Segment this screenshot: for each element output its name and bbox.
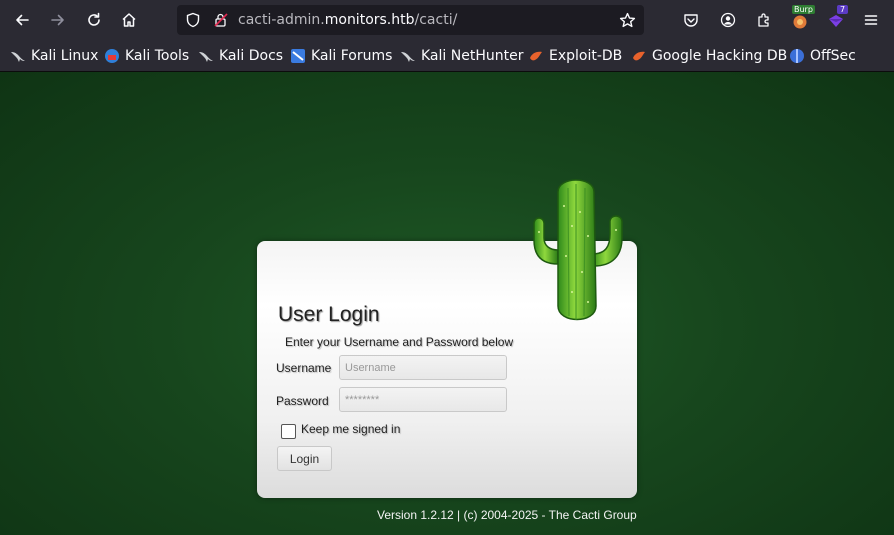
bookmark-label: Kali NetHunter xyxy=(421,48,524,64)
kali-forums-icon xyxy=(291,49,305,63)
exploit-db-icon xyxy=(530,51,542,61)
password-input[interactable] xyxy=(339,387,507,412)
version-footer: Version 1.2.12 | (c) 2004-2025 - The Cac… xyxy=(377,508,637,522)
bookmarks-bar: Kali Linux Kali Tools Kali Docs Kali For… xyxy=(0,40,894,72)
login-title: User Login xyxy=(278,303,380,326)
url-path: /cacti/ xyxy=(414,12,458,28)
bookmark-kali-tools[interactable]: Kali Tools xyxy=(104,46,189,66)
url-subdomain: cacti-admin. xyxy=(238,12,325,28)
back-arrow-icon xyxy=(16,14,29,26)
offsec-icon xyxy=(790,49,804,63)
shield-icon[interactable] xyxy=(185,12,201,28)
password-label: Password xyxy=(276,394,329,408)
url-text: cacti-admin.monitors.htb/cacti/ xyxy=(238,12,457,28)
home-button[interactable] xyxy=(115,6,143,34)
back-button[interactable] xyxy=(8,6,36,34)
username-label: Username xyxy=(276,361,332,375)
bookmark-kali-nethunter[interactable]: Kali NetHunter xyxy=(400,46,523,66)
login-subtitle: Enter your Username and Password below xyxy=(285,335,514,349)
bookmark-label: Google Hacking DB xyxy=(652,48,788,64)
reload-button[interactable] xyxy=(80,6,108,34)
login-button[interactable]: Login xyxy=(277,446,332,471)
bookmark-kali-docs[interactable]: Kali Docs xyxy=(198,46,283,66)
bookmark-label: OffSec xyxy=(810,48,856,64)
kali-dragon-icon xyxy=(401,52,415,62)
cacti-logo-icon xyxy=(533,179,623,321)
hackbar-extension-button[interactable]: 7 xyxy=(822,5,850,34)
kali-dragon-icon xyxy=(199,52,213,62)
bookmark-google-hacking-db[interactable]: Google Hacking DB xyxy=(631,46,787,66)
bookmark-kali-linux[interactable]: Kali Linux xyxy=(10,46,98,66)
bookmark-label: Kali Forums xyxy=(311,48,393,64)
kali-dragon-icon xyxy=(11,52,25,62)
burp-extension-button[interactable]: Burp xyxy=(786,5,815,34)
bookmark-offsec[interactable]: OffSec xyxy=(789,46,856,66)
pocket-icon xyxy=(684,14,698,27)
reload-icon xyxy=(88,12,100,26)
burp-badge: Burp xyxy=(792,5,815,14)
page-content: User Login Enter your Username and Passw… xyxy=(0,72,894,535)
account-icon xyxy=(720,12,736,28)
username-input[interactable] xyxy=(339,355,507,380)
bookmark-label: Exploit-DB xyxy=(549,48,623,64)
bookmark-exploit-db[interactable]: Exploit-DB xyxy=(528,46,622,66)
exploit-db-icon xyxy=(633,51,645,61)
bookmark-label: Kali Tools xyxy=(125,48,190,64)
hamburger-menu-icon xyxy=(864,15,878,25)
remember-me-label[interactable]: Keep me signed in xyxy=(301,422,400,436)
forward-arrow-icon xyxy=(51,14,64,26)
insecure-lock-icon[interactable] xyxy=(213,12,229,28)
app-menu-button[interactable] xyxy=(857,6,885,34)
forward-button[interactable] xyxy=(44,6,72,34)
bookmark-star-icon[interactable] xyxy=(619,12,636,29)
puzzle-icon xyxy=(758,13,769,27)
home-icon xyxy=(122,13,136,27)
account-button[interactable] xyxy=(714,6,742,34)
bookmark-label: Kali Docs xyxy=(219,48,284,64)
extensions-button[interactable] xyxy=(750,6,778,34)
bookmark-label: Kali Linux xyxy=(31,48,99,64)
kali-tools-icon xyxy=(105,49,119,63)
bookmark-kali-forums[interactable]: Kali Forums xyxy=(290,46,392,66)
extension-count-badge: 7 xyxy=(837,5,849,14)
pocket-button[interactable] xyxy=(677,6,705,34)
url-domain: monitors.htb xyxy=(324,12,415,28)
browser-toolbar: cacti-admin.monitors.htb/cacti/ Burp 7 xyxy=(0,0,894,40)
remember-me-checkbox[interactable] xyxy=(281,424,296,439)
url-bar[interactable]: cacti-admin.monitors.htb/cacti/ xyxy=(177,5,644,35)
